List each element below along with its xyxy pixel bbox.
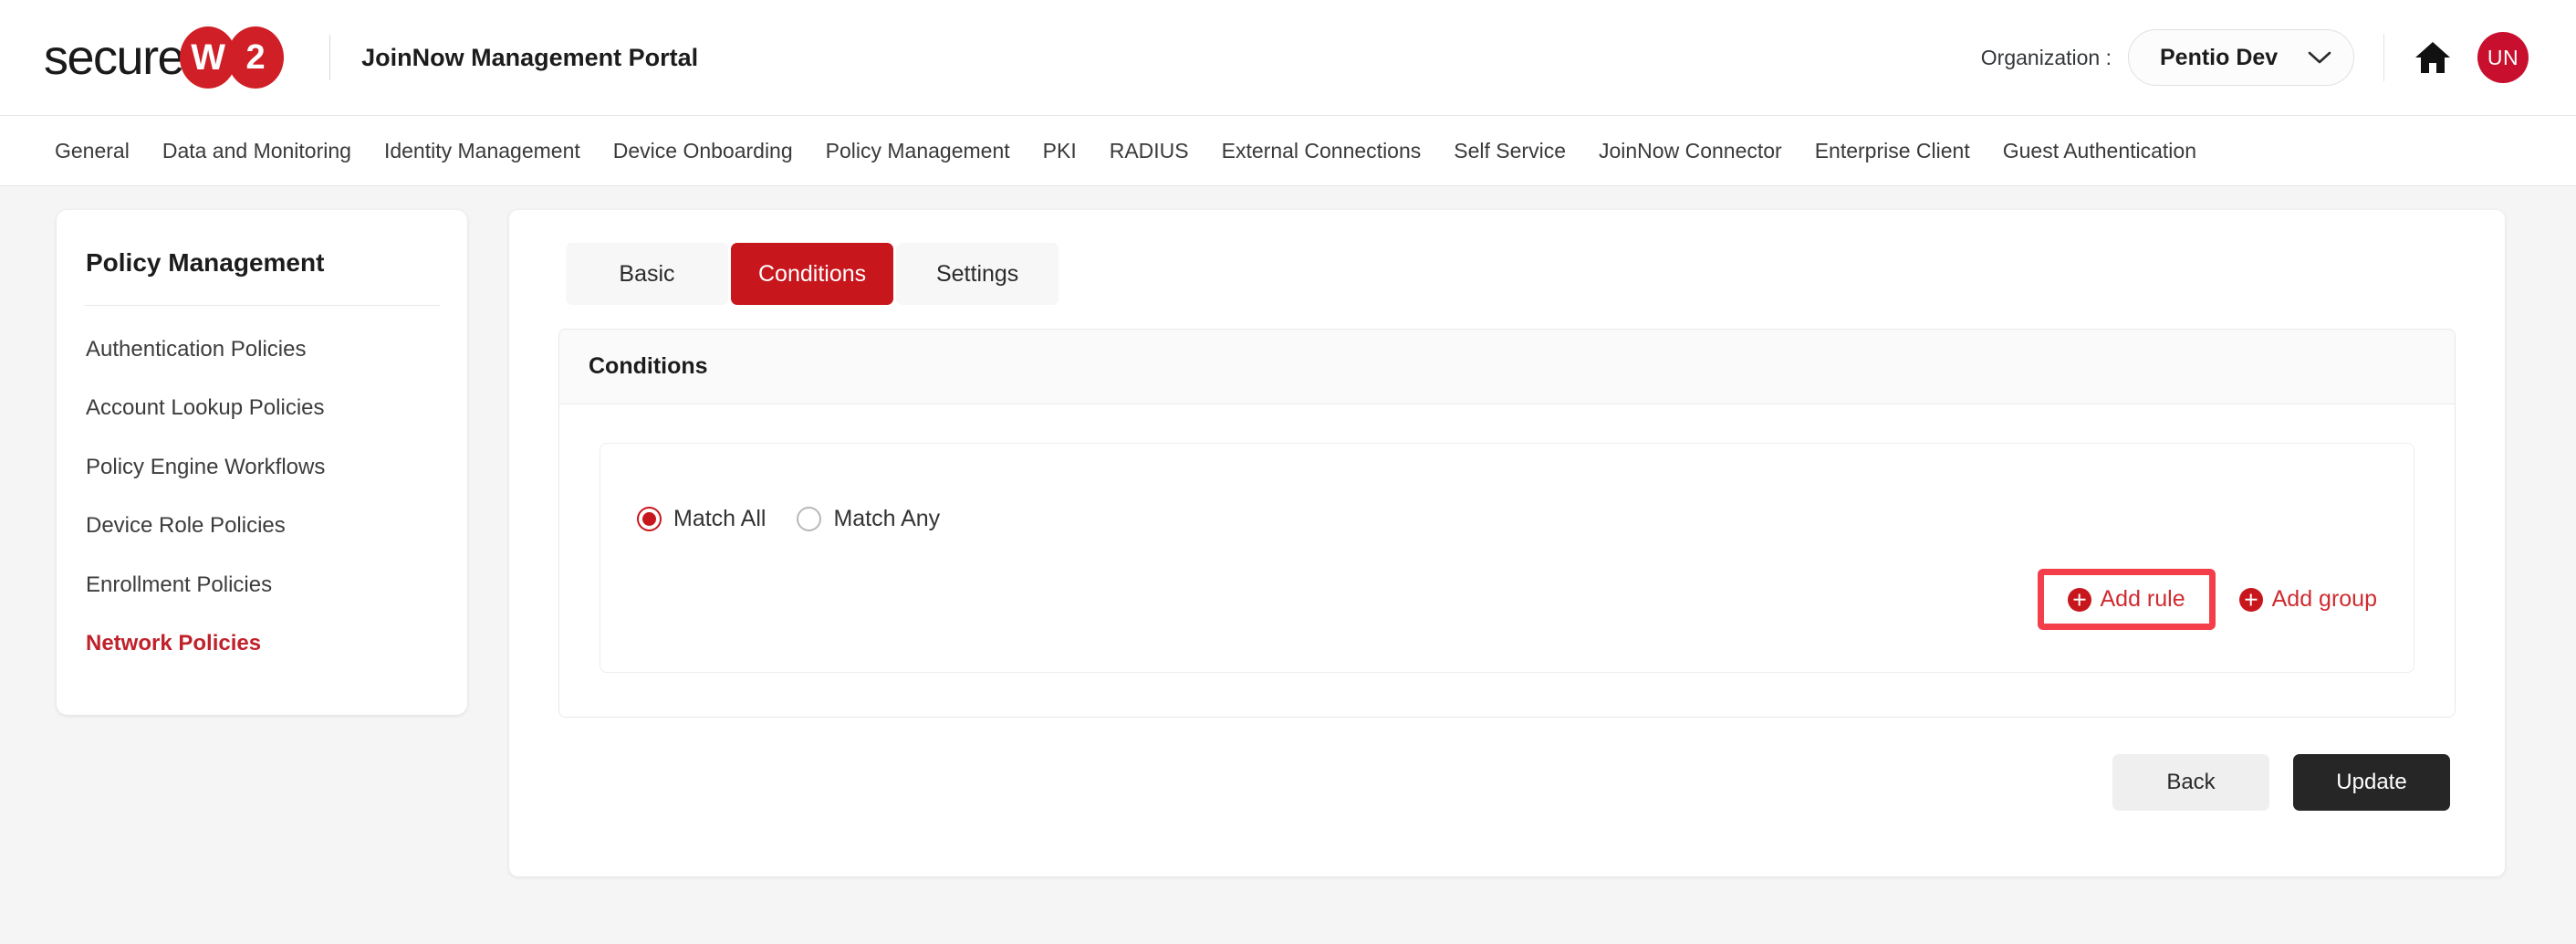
tab-basic[interactable]: Basic	[566, 243, 728, 305]
conditions-card-body: Match All Match Any Add rule	[559, 404, 2455, 717]
sidebar-item-enrollment-policies[interactable]: Enrollment Policies	[57, 556, 467, 614]
portal-title: JoinNow Management Portal	[361, 44, 698, 72]
add-rule-label: Add rule	[2101, 586, 2185, 613]
tab-bar: Basic Conditions Settings	[542, 243, 2456, 305]
nav-item-joinnow-connector[interactable]: JoinNow Connector	[1582, 141, 1799, 162]
nav-item-policy-management[interactable]: Policy Management	[809, 141, 1027, 162]
header-divider	[329, 35, 330, 80]
sidebar: Policy Management Authentication Policie…	[57, 210, 467, 715]
brand-logo[interactable]: secure W 2	[44, 26, 284, 89]
conditions-card: Conditions Match All Match Any	[558, 329, 2456, 718]
header-divider-2	[2383, 34, 2384, 81]
match-all-radio[interactable]	[637, 507, 662, 531]
chevron-down-icon	[2308, 50, 2331, 65]
tab-settings[interactable]: Settings	[896, 243, 1059, 305]
nav-item-radius[interactable]: RADIUS	[1093, 141, 1205, 162]
nav-item-general[interactable]: General	[38, 141, 146, 162]
home-icon[interactable]	[2412, 37, 2454, 79]
sidebar-item-device-role-policies[interactable]: Device Role Policies	[57, 497, 467, 555]
nav-item-pki[interactable]: PKI	[1027, 141, 1093, 162]
match-any-option[interactable]: Match Any	[797, 506, 940, 532]
match-all-label: Match All	[673, 506, 766, 532]
logo-badge-group: W 2	[180, 26, 284, 89]
nav-item-self-service[interactable]: Self Service	[1437, 141, 1582, 162]
sidebar-title: Policy Management	[57, 248, 467, 278]
avatar[interactable]: UN	[2477, 32, 2529, 83]
conditions-card-title: Conditions	[589, 353, 2425, 380]
organization-label: Organization :	[1981, 46, 2112, 70]
sidebar-item-network-policies[interactable]: Network Policies	[57, 614, 467, 673]
logo-w-icon: W	[180, 26, 236, 89]
nav-item-device-onboarding[interactable]: Device Onboarding	[597, 141, 809, 162]
tab-conditions[interactable]: Conditions	[731, 243, 893, 305]
rule-group: Match All Match Any Add rule	[600, 443, 2414, 673]
nav-item-enterprise-client[interactable]: Enterprise Client	[1799, 141, 1987, 162]
footer-actions: Back Update	[542, 754, 2456, 811]
add-group-button[interactable]: Add group	[2239, 586, 2377, 613]
nav-item-identity-management[interactable]: Identity Management	[368, 141, 597, 162]
match-any-radio[interactable]	[797, 507, 821, 531]
page-body: Policy Management Authentication Policie…	[0, 186, 2576, 944]
add-rule-button[interactable]: Add rule	[2068, 586, 2185, 613]
logo-wordmark: secure	[44, 33, 183, 82]
nav-item-guest-authentication[interactable]: Guest Authentication	[1987, 141, 2213, 162]
back-button[interactable]: Back	[2112, 754, 2269, 811]
nav-item-external-connections[interactable]: External Connections	[1205, 141, 1438, 162]
plus-circle-icon	[2239, 588, 2263, 612]
sidebar-item-policy-engine-workflows[interactable]: Policy Engine Workflows	[57, 438, 467, 497]
organization-select[interactable]: Pentio Dev	[2128, 29, 2354, 86]
sidebar-item-authentication-policies[interactable]: Authentication Policies	[57, 320, 467, 379]
main-navbar: General Data and Monitoring Identity Man…	[0, 116, 2576, 186]
add-group-label: Add group	[2272, 586, 2377, 613]
rule-actions-row: Add rule Add group	[637, 569, 2377, 630]
plus-circle-icon	[2068, 588, 2091, 612]
conditions-card-header: Conditions	[559, 330, 2455, 404]
nav-item-data-and-monitoring[interactable]: Data and Monitoring	[146, 141, 368, 162]
app-header: secure W 2 JoinNow Management Portal Org…	[0, 0, 2576, 116]
match-any-label: Match Any	[833, 506, 940, 532]
add-rule-highlight-box: Add rule	[2038, 569, 2216, 630]
organization-selected-value: Pentio Dev	[2160, 45, 2278, 71]
update-button[interactable]: Update	[2293, 754, 2450, 811]
main-content-panel: Basic Conditions Settings Conditions Mat…	[509, 210, 2505, 876]
header-right-cluster: Organization : Pentio Dev UN	[1981, 29, 2529, 86]
sidebar-list: Authentication Policies Account Lookup P…	[57, 306, 467, 673]
match-all-option[interactable]: Match All	[637, 506, 766, 532]
sidebar-item-account-lookup-policies[interactable]: Account Lookup Policies	[57, 379, 467, 437]
match-mode-radio-group: Match All Match Any	[637, 488, 2377, 532]
